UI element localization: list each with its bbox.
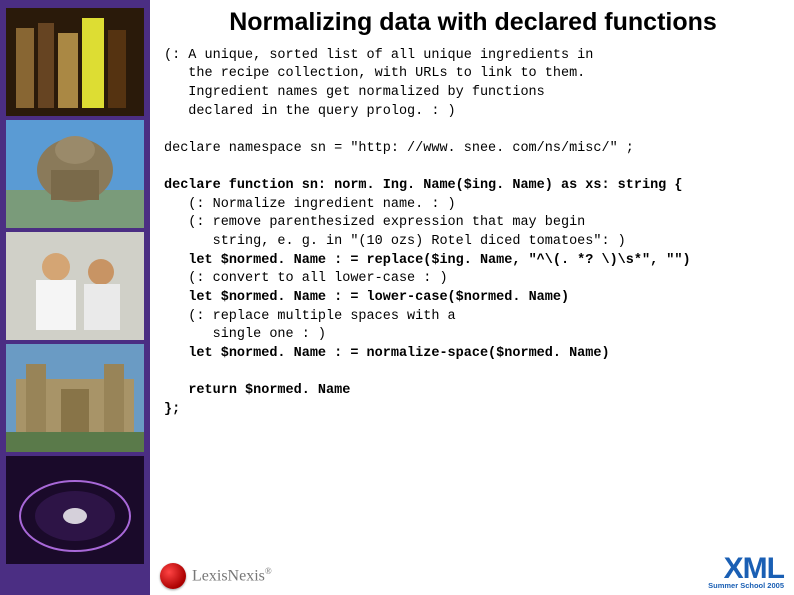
sidebar-thumbnails	[0, 0, 150, 595]
xml-logo: XML Summer School 2005	[708, 554, 784, 590]
main-content: Normalizing data with declared functions…	[160, 0, 794, 595]
slide-title: Normalizing data with declared functions	[164, 8, 782, 37]
thumb-disc	[6, 456, 144, 564]
lexisnexis-logo: LexisNexis®	[160, 563, 272, 589]
lexisnexis-icon	[160, 563, 186, 589]
thumb-oxford	[6, 344, 144, 452]
footer: LexisNexis® XML Summer School 2005	[160, 554, 784, 590]
thumb-doctors	[6, 232, 144, 340]
lexisnexis-text: LexisNexis®	[192, 566, 272, 585]
xml-logo-text: XML	[708, 554, 784, 584]
code-block: (: A unique, sorted list of all unique i…	[164, 47, 782, 420]
xml-logo-sub: Summer School 2005	[708, 582, 784, 590]
thumb-books	[6, 8, 144, 116]
thumb-dome	[6, 120, 144, 228]
